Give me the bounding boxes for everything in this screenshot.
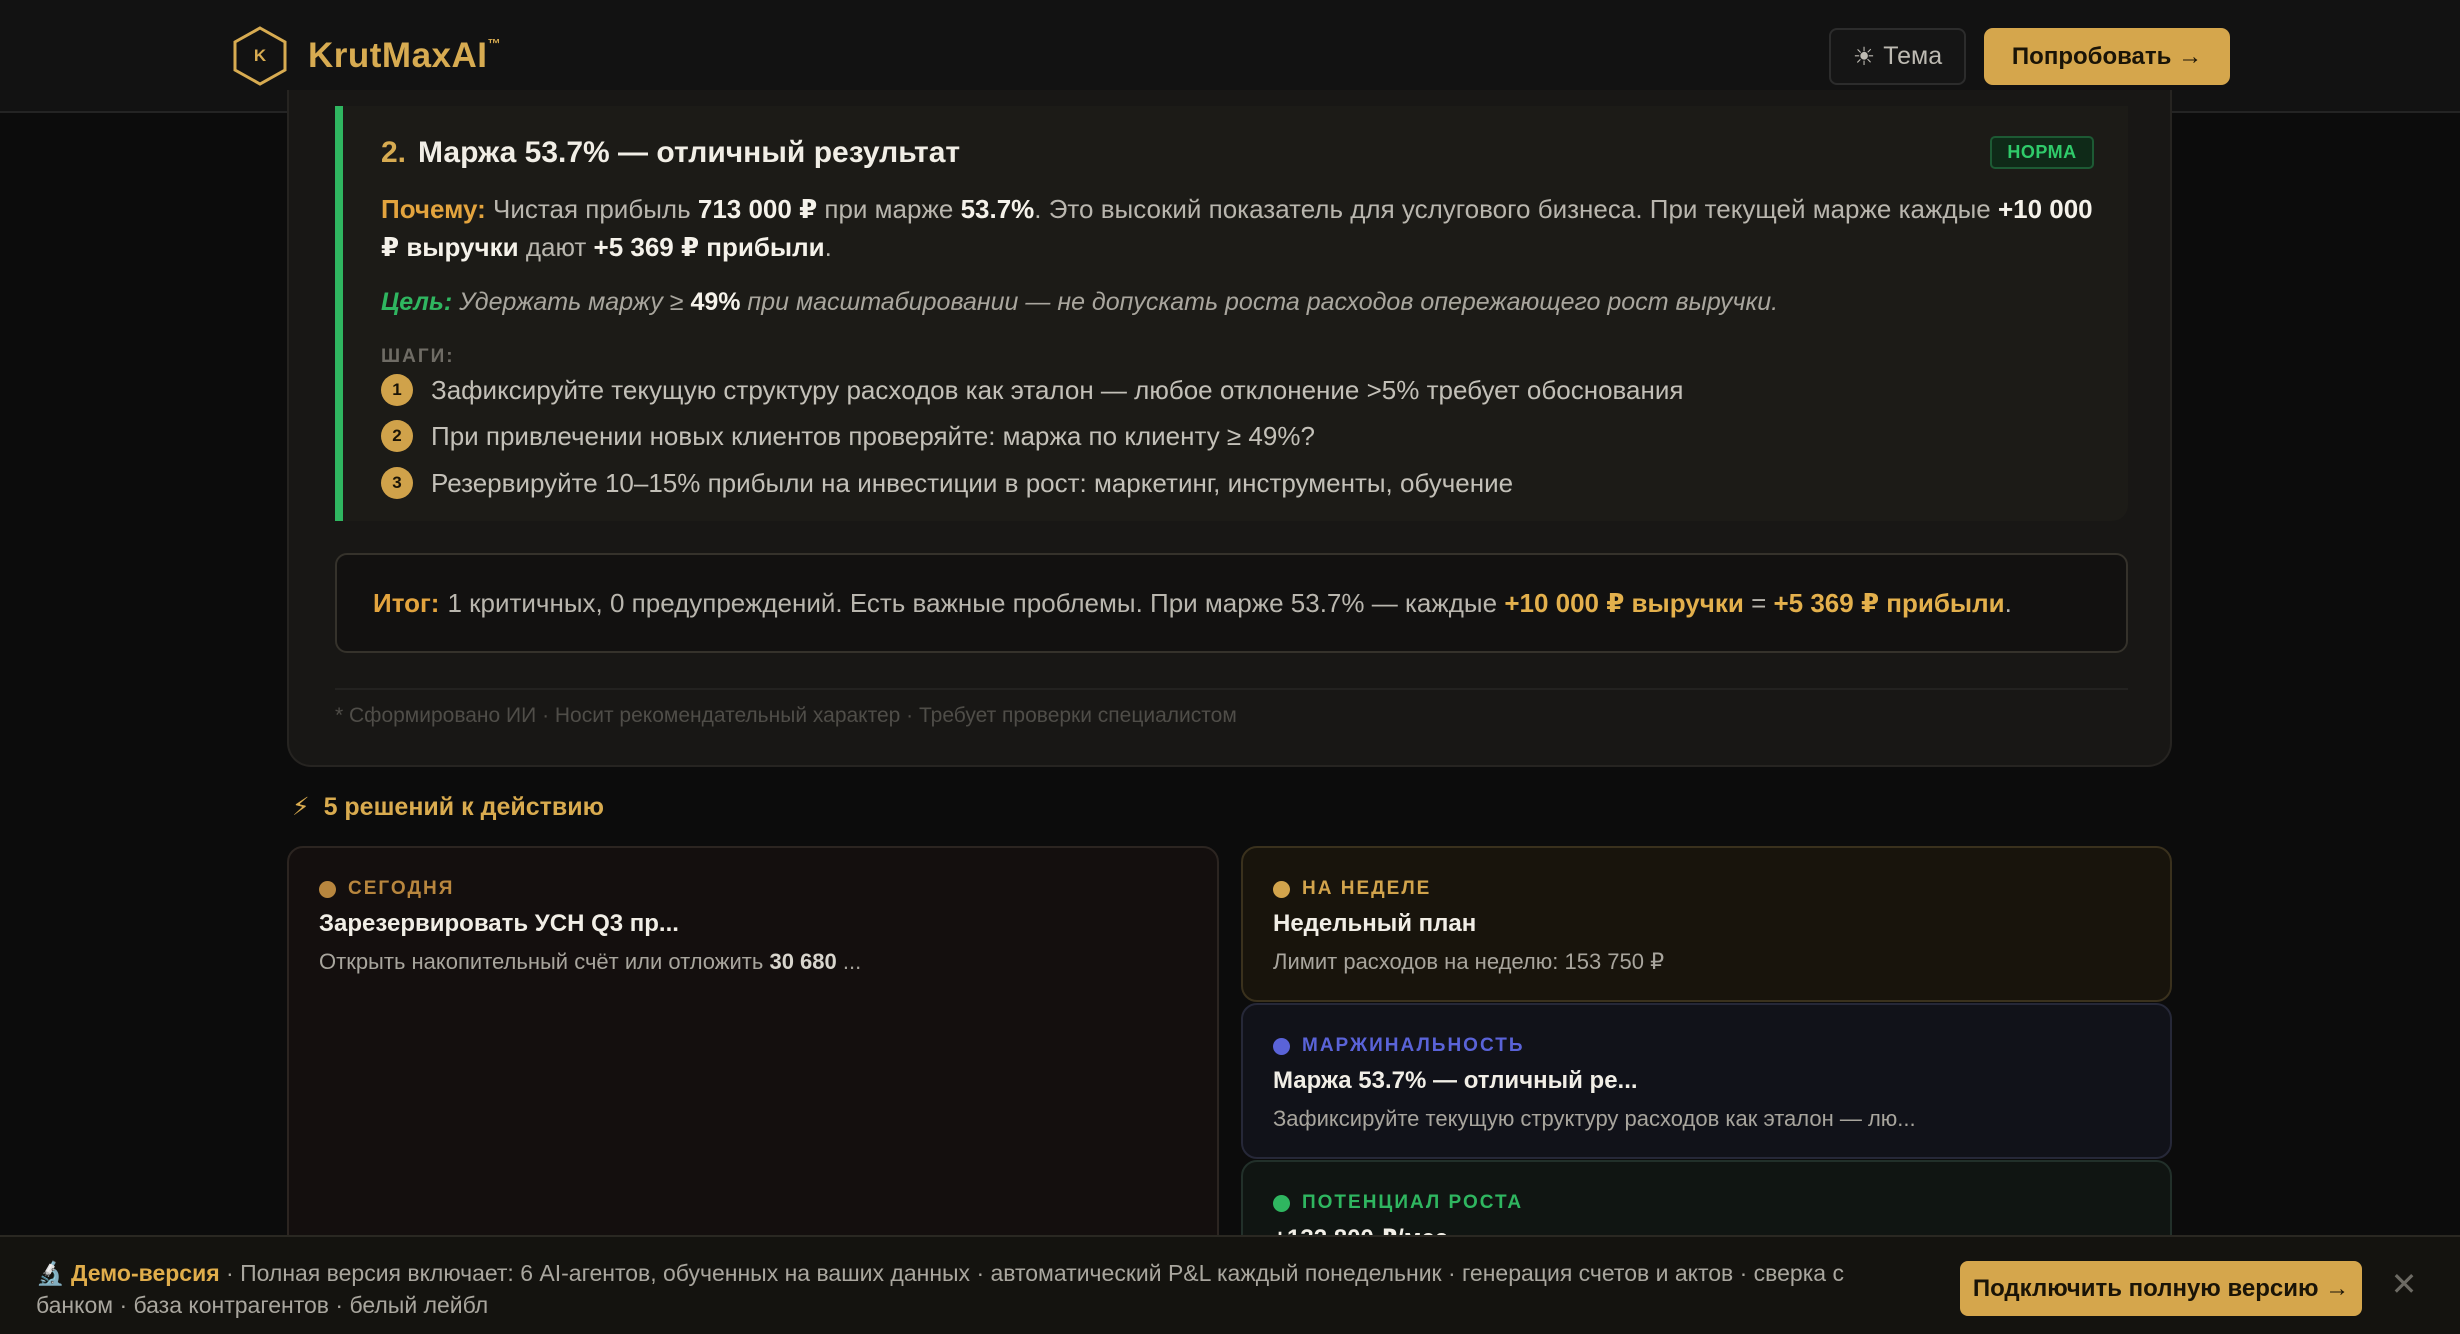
status-dot: [1273, 880, 1290, 898]
step-item: 1 Зафиксируйте текущую структуру расходо…: [381, 374, 1683, 406]
actions-heading: ⚡ 5 решений к действию: [292, 792, 604, 822]
action-card-week[interactable]: НА НЕДЕЛЕ Недельный план Лимит расходов …: [1241, 846, 2172, 1002]
card-description: Зафиксируйте текущую структуру расходов …: [1273, 1106, 1916, 1131]
step-item: 2 При привлечении новых клиентов проверя…: [381, 420, 1315, 452]
finding-reason: Почему: Чистая прибыль 713 000 ₽ при мар…: [381, 194, 2093, 262]
status-badge: НОРМА: [1990, 136, 2094, 169]
finding-card: 2. Маржа 53.7% — отличный результат НОРМА…: [335, 106, 2128, 521]
sun-icon: ☀: [1852, 42, 1876, 71]
action-card-today[interactable]: СЕГОДНЯ Зарезервировать УСН Q3 пр... Отк…: [287, 846, 1219, 1266]
lightning-icon: ⚡: [292, 793, 310, 821]
brand-logo[interactable]: K KrutMaxAI™: [230, 24, 501, 88]
steps-heading: ШАГИ:: [381, 346, 455, 367]
step-text: Зафиксируйте текущую структуру расходов …: [431, 374, 1684, 405]
hexagon-logo-icon: K: [230, 24, 290, 88]
status-dot: [1273, 1037, 1290, 1055]
step-number: 1: [381, 374, 413, 406]
card-tag: МАРЖИНАЛЬНОСТЬ: [1273, 1035, 1524, 1057]
microscope-icon: 🔬: [36, 1260, 65, 1286]
theme-label: Тема: [1883, 42, 1943, 70]
step-number: 3: [381, 467, 413, 499]
card-description: Лимит расходов на неделю: 153 750 ₽: [1273, 949, 1665, 974]
action-card-margin[interactable]: МАРЖИНАЛЬНОСТЬ Маржа 53.7% — отличный ре…: [1241, 1003, 2172, 1159]
demo-banner: 🔬 Демо-версия · Полная версия включает: …: [0, 1235, 2460, 1334]
brand-name: KrutMaxAI™: [308, 36, 502, 75]
step-text: Резервируйте 10–15% прибыли на инвестици…: [431, 467, 1514, 498]
card-title: Зарезервировать УСН Q3 пр...: [319, 910, 679, 937]
ai-disclaimer: * Сформировано ИИ · Носит рекомендательн…: [335, 704, 1237, 727]
step-item: 3 Резервируйте 10–15% прибыли на инвести…: [381, 467, 1513, 499]
step-text: При привлечении новых клиентов проверяйт…: [431, 420, 1315, 451]
logo-letter: K: [253, 46, 267, 65]
close-icon[interactable]: ✕: [2388, 1268, 2420, 1300]
step-number: 2: [381, 420, 413, 452]
finding-title: 2. Маржа 53.7% — отличный результат: [381, 136, 961, 169]
theme-toggle-button[interactable]: ☀ Тема: [1829, 28, 1966, 85]
status-dot: [1273, 1194, 1290, 1212]
summary-box: Итог: 1 критичных, 0 предупреждений. Ест…: [335, 553, 2128, 653]
demo-description: 🔬 Демо-версия · Полная версия включает: …: [36, 1260, 1844, 1318]
card-title: Маржа 53.7% — отличный ре...: [1273, 1067, 1638, 1094]
status-dot: [319, 880, 336, 898]
card-description: Открыть накопительный счёт или отложить …: [319, 949, 862, 974]
try-button[interactable]: Попробовать →: [1984, 28, 2230, 85]
card-tag: НА НЕДЕЛЕ: [1273, 878, 1431, 900]
connect-full-version-button[interactable]: Подключить полную версию →: [1960, 1261, 2362, 1316]
card-tag: СЕГОДНЯ: [319, 878, 454, 900]
divider: [335, 688, 2128, 690]
card-title: Недельный план: [1273, 910, 1477, 937]
card-tag: ПОТЕНЦИАЛ РОСТА: [1273, 1192, 1523, 1214]
finding-goal: Цель: Удержать маржу ≥ 49% при масштабир…: [381, 288, 1779, 316]
analysis-panel: 2. Маржа 53.7% — отличный результат НОРМА…: [287, 90, 2172, 767]
